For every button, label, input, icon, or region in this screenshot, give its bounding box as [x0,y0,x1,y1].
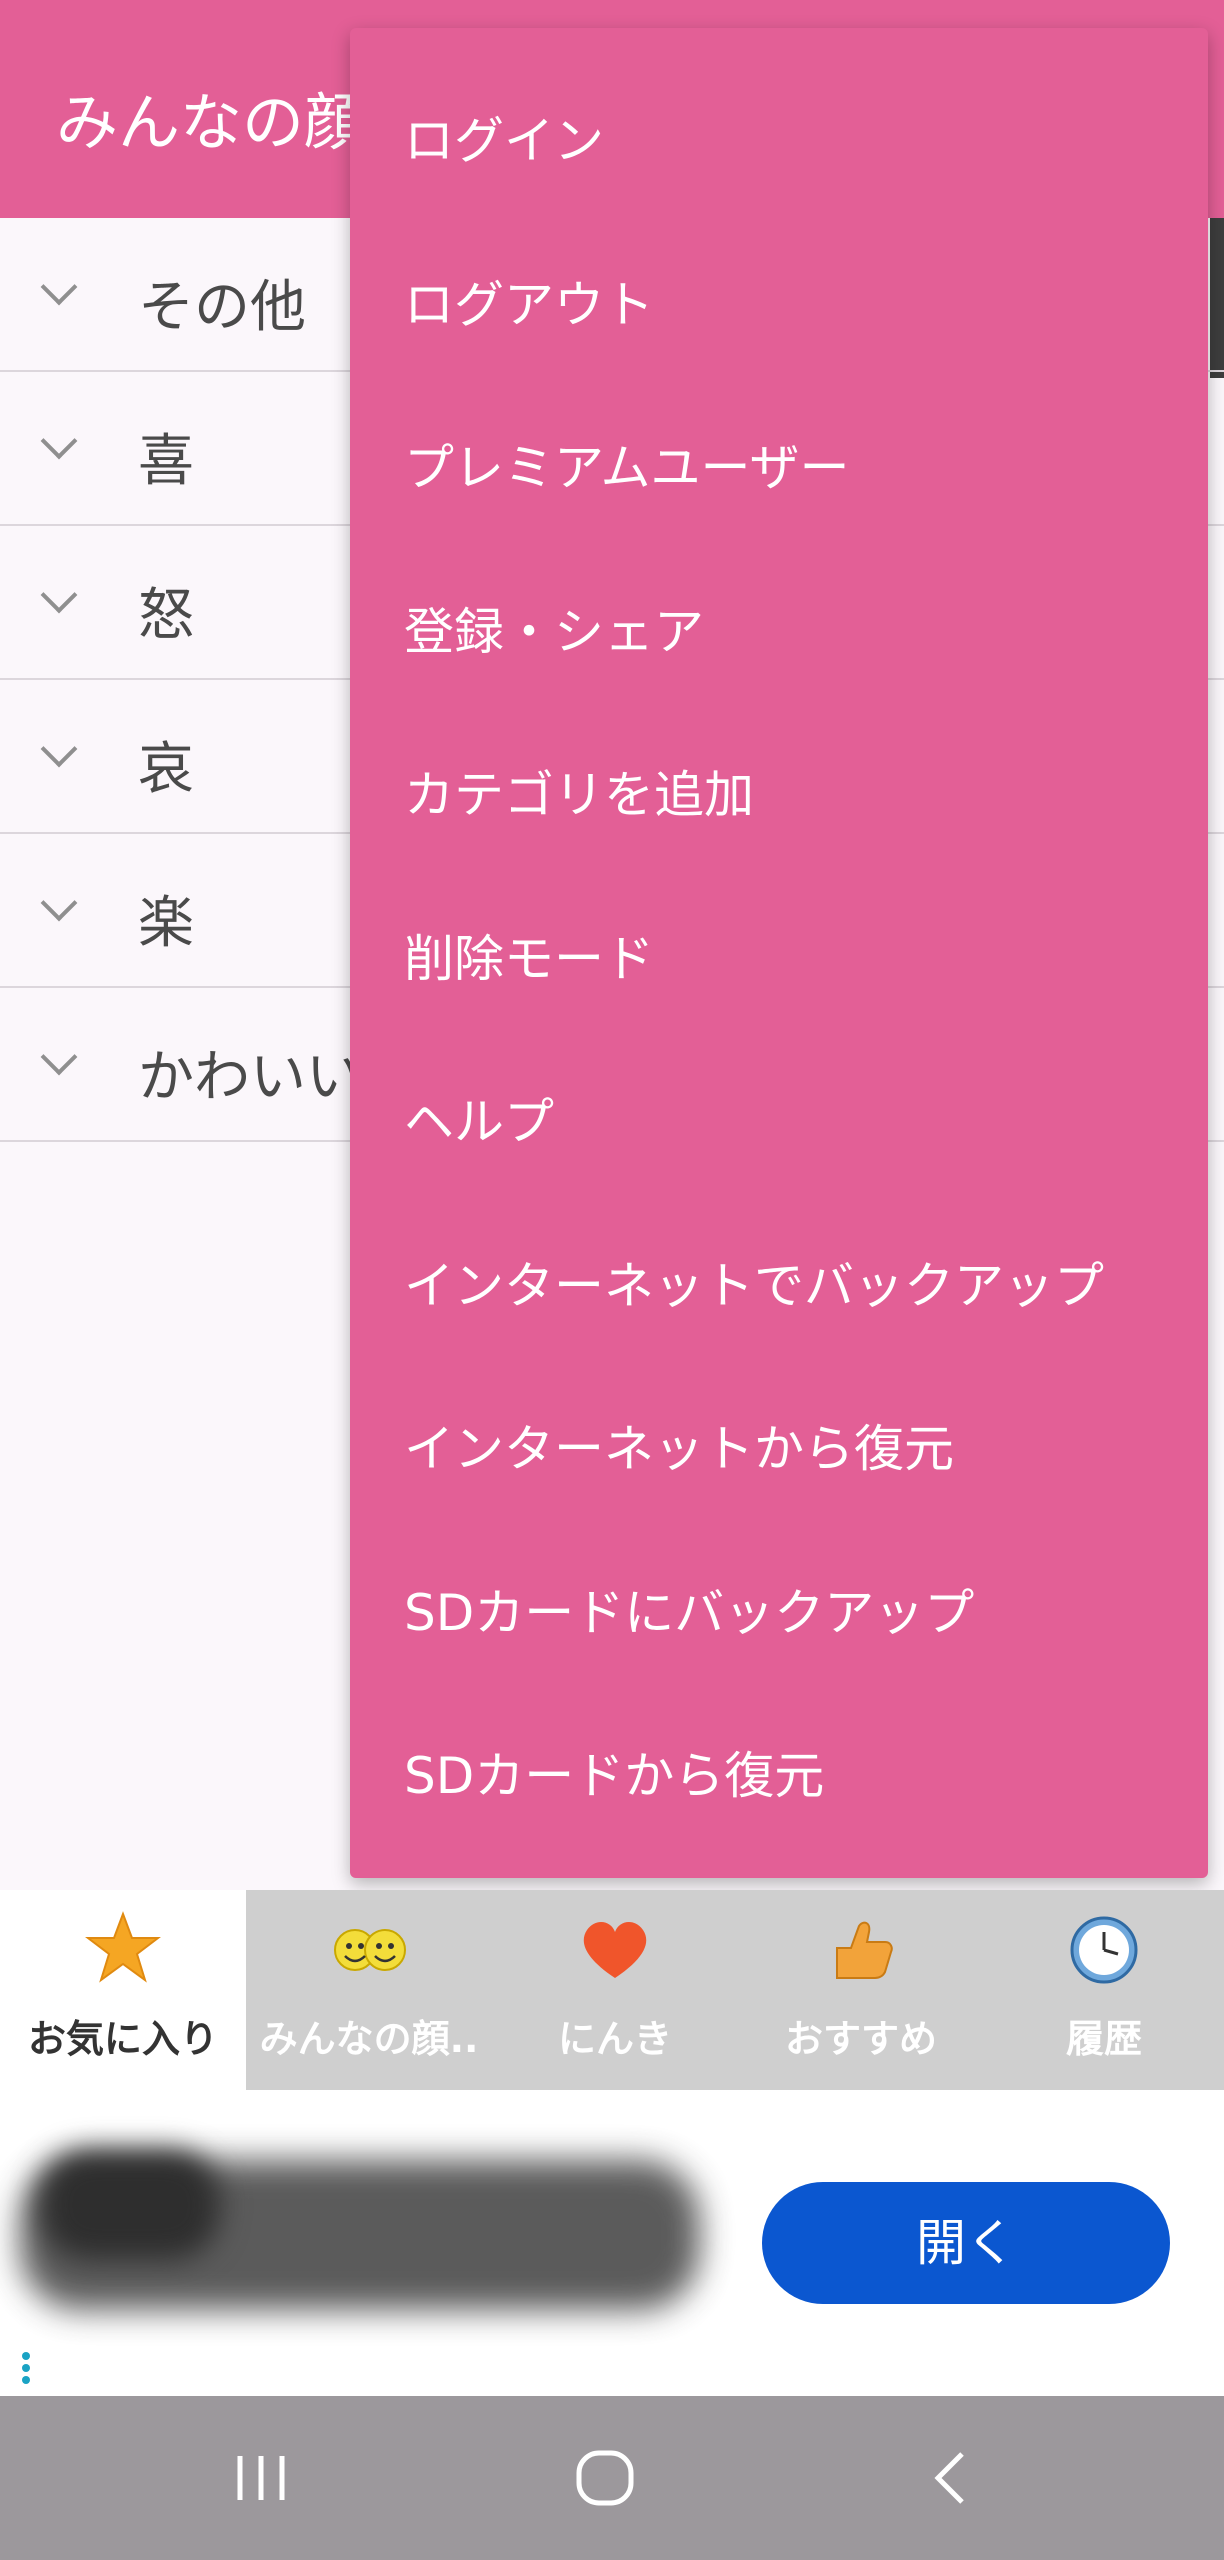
category-label: 怒 [138,583,194,648]
chevron-down-icon [40,884,78,922]
menu-item-premium[interactable]: プレミアムユーザー [350,413,1208,577]
app-title: みんなの顔 [56,86,367,159]
tab-history[interactable]: 履歴 [984,1890,1224,2090]
system-nav-bar [0,2396,1224,2560]
menu-item-login[interactable]: ログイン [350,86,1208,250]
tab-recommended[interactable]: おすすめ [738,1890,984,2090]
category-label: 哀 [138,737,194,802]
overflow-menu: ログイン ログアウト プレミアムユーザー 登録・シェア カテゴリを追加 削除モー… [350,28,1208,1878]
thumbs-up-icon [836,1921,893,1979]
tab-everyone-faces[interactable]: みんなの顔.. [246,1890,492,2090]
menu-item-help[interactable]: ヘルプ [350,1067,1208,1231]
menu-item-sd-backup[interactable]: SDカードにバックアップ [350,1558,1208,1722]
star-icon [85,1911,161,1983]
ad-options-icon[interactable] [22,2352,30,2392]
menu-item-register-share[interactable]: 登録・シェア [350,577,1208,741]
menu-item-sd-restore[interactable]: SDカードから復元 [350,1721,1208,1885]
chevron-down-icon [40,422,78,460]
category-label: 喜 [138,429,194,494]
category-label: 楽 [138,891,194,956]
recent-apps-icon[interactable] [226,2448,296,2508]
menu-item-internet-restore[interactable]: インターネットから復元 [350,1394,1208,1558]
menu-item-internet-backup[interactable]: インターネットでバックアップ [350,1231,1208,1395]
home-icon[interactable] [570,2448,640,2508]
back-icon[interactable] [916,2448,986,2508]
chevron-down-icon [40,576,78,614]
tab-label: にんき [557,2017,672,2061]
bottom-tab-bar: お気に入り みんなの顔.. にんき おすすめ 履歴 [0,1890,1224,2090]
chevron-down-icon [40,268,78,306]
tab-popular[interactable]: にんき [492,1890,738,2090]
menu-item-delete-mode[interactable]: 削除モード [350,904,1208,1068]
faces-icon [334,1929,406,1971]
ad-banner[interactable]: 開く [0,2090,1224,2396]
tab-label: おすすめ [784,2017,937,2061]
clock-icon [1070,1916,1138,1984]
chevron-down-icon [40,1038,78,1076]
chevron-down-icon [40,730,78,768]
ad-open-button[interactable]: 開く [762,2182,1170,2304]
tab-label: お気に入り [27,2017,218,2061]
tab-label: みんなの顔.. [259,2017,479,2061]
menu-item-logout[interactable]: ログアウト [350,250,1208,414]
menu-item-add-category[interactable]: カテゴリを追加 [350,740,1208,904]
heart-icon [583,1921,647,1978]
category-label: その他 [138,275,306,340]
tab-favorites[interactable]: お気に入り [0,1890,246,2090]
tab-label: 履歴 [1065,2017,1142,2061]
category-label: かわいい [138,1045,362,1110]
ad-logo-blurred [40,2150,220,2260]
